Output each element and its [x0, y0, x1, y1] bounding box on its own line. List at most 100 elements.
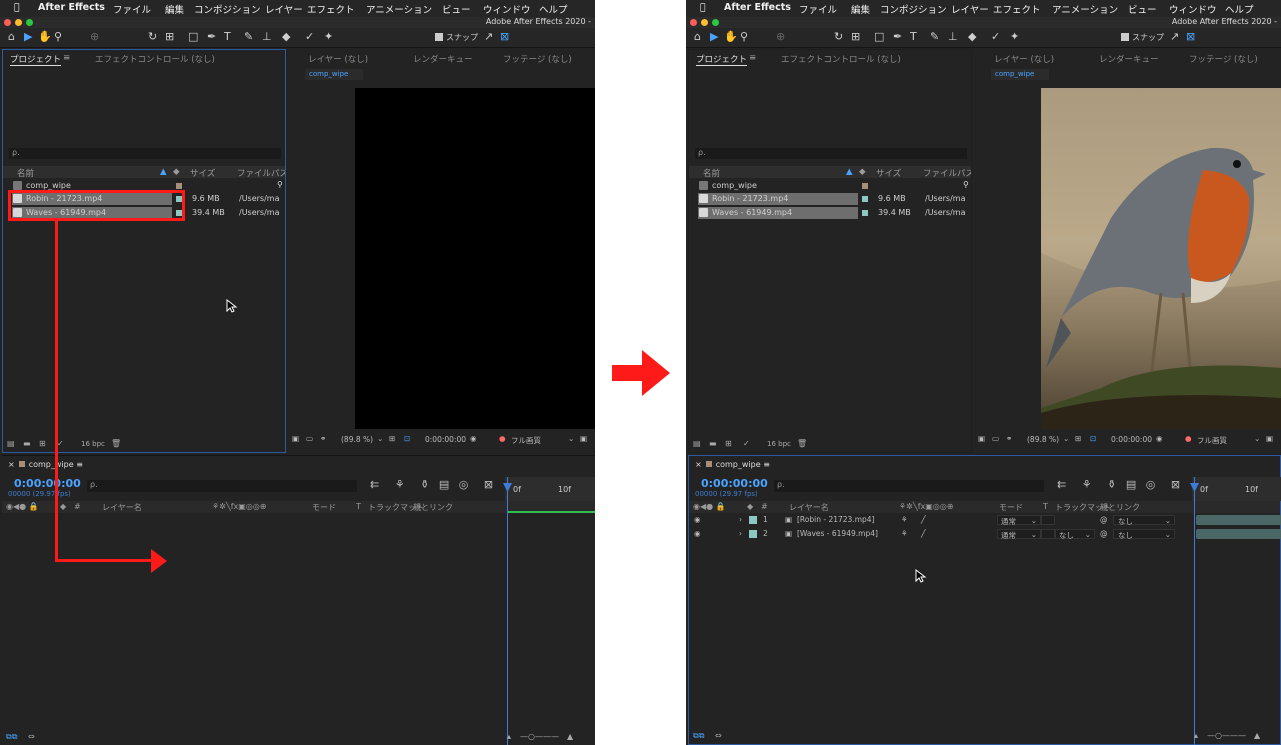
roto-tool-icon[interactable]: ✓ [991, 30, 1000, 43]
expand-chevron-icon[interactable]: › [739, 529, 742, 538]
zoom-slider[interactable]: —○——— [520, 732, 559, 741]
region-icon[interactable]: ⊡ [404, 434, 410, 443]
apple-icon[interactable]:  [700, 2, 706, 13]
pen-tool-icon[interactable]: ✒ [207, 30, 216, 43]
close-icon[interactable]: × [8, 460, 15, 469]
pick-whip-icon[interactable]: @ [1100, 529, 1108, 538]
panel-menu-icon[interactable]: ≡ [763, 460, 770, 469]
pick-whip-icon[interactable]: @ [1100, 515, 1108, 524]
interpret-footage-icon[interactable]: ▤ [693, 439, 701, 448]
puppet-tool-icon[interactable]: ✦ [324, 30, 333, 43]
panel-menu-icon[interactable]: ≡ [63, 53, 70, 63]
graph-editor-icon[interactable]: ⊠ [1171, 478, 1180, 491]
zoom-dropdown[interactable]: (89.8 %) [341, 435, 373, 444]
parent-dropdown[interactable]: なし ⌄ [1113, 515, 1175, 526]
draft-3d-icon[interactable]: ⚘ [395, 478, 405, 491]
zoom-window-button[interactable] [712, 19, 719, 26]
tab-project[interactable]: プロジェクト [696, 53, 748, 66]
zoom-out-icon[interactable]: ▴ [1194, 731, 1198, 740]
graph-editor-icon[interactable]: ⊠ [484, 478, 493, 491]
column-name[interactable]: 名前 [17, 167, 34, 178]
hand-tool-icon[interactable]: ✋ [724, 30, 738, 43]
bpc-button[interactable]: 16 bpc [81, 440, 105, 448]
snapshot-icon[interactable]: ◉ [470, 434, 477, 443]
label-swatch[interactable] [862, 196, 868, 202]
parent-dropdown[interactable]: なし ⌄ [1113, 529, 1175, 540]
menu-help[interactable]: ヘルプ [1225, 2, 1254, 16]
flowchart-icon[interactable]: ⚲ [277, 180, 283, 189]
snap-grid-icon[interactable]: ⊠ [500, 30, 509, 43]
grid-icon[interactable]: ⊞ [1075, 434, 1081, 443]
display-icon[interactable]: ▭ [306, 434, 313, 443]
new-comp-icon[interactable]: ⊞ [39, 439, 46, 448]
bpc-button[interactable]: 16 bpc [767, 440, 791, 448]
clone-tool-icon[interactable]: ⊥ [262, 30, 272, 43]
project-item-robin[interactable]: Robin - 21723.mp4 9.6 MB /Users/ma [695, 193, 969, 205]
snap-options-icon[interactable]: ↗ [1170, 30, 1179, 43]
shy-icon[interactable]: ⚱ [420, 478, 429, 491]
menu-help[interactable]: ヘルプ [539, 2, 568, 16]
tab-footage[interactable]: フッテージ (なし) [1189, 53, 1258, 65]
time-ruler[interactable]: 0f 10f [1192, 477, 1281, 501]
shy-switch-icon[interactable]: ⚘ [901, 515, 908, 524]
fast-preview-icon[interactable]: ▣ [580, 434, 587, 443]
layer-switches-icon[interactable]: ⧉⧉ [693, 731, 704, 741]
display-icon[interactable]: ▭ [992, 434, 999, 443]
tab-effect-controls[interactable]: エフェクトコントロール (なし) [781, 53, 901, 65]
mask-icon[interactable]: ⚭ [1006, 434, 1012, 443]
panel-menu-icon[interactable]: ≡ [76, 460, 83, 469]
brush-tool-icon[interactable]: ✎ [244, 30, 253, 43]
chevron-down-icon[interactable]: ⌄ [1063, 434, 1069, 443]
playhead-line[interactable] [1194, 477, 1195, 745]
eraser-tool-icon[interactable]: ◆ [968, 30, 976, 43]
menu-window[interactable]: ウィンドウ [483, 2, 531, 16]
close-window-button[interactable] [4, 19, 11, 26]
shy-icon[interactable]: ⚱ [1107, 478, 1116, 491]
fast-preview-icon[interactable]: ▣ [1266, 434, 1273, 443]
label-swatch[interactable] [862, 210, 868, 216]
work-area-bar[interactable] [508, 511, 595, 513]
tab-render-queue[interactable]: レンダーキュー [413, 53, 473, 65]
motion-blur-icon[interactable]: ◎ [1146, 478, 1156, 491]
delete-icon[interactable]: 🗑 [797, 439, 807, 448]
tab-layer[interactable]: レイヤー (なし) [994, 53, 1054, 65]
timeline-layer-1[interactable]: ◉ › 1 ▣ [Robin - 21723.mp4] ⚘ ╱ 通常 ⌄ @ なし… [689, 514, 1280, 526]
menu-layer[interactable]: レイヤー [951, 2, 989, 16]
render-queue-icon[interactable]: ✓ [57, 439, 64, 448]
sort-ascending-icon[interactable]: ▲ [846, 167, 853, 177]
quality-dropdown[interactable]: フル画質 [511, 435, 541, 446]
modes-toggle-icon[interactable]: ⇔ [28, 732, 35, 741]
draft-3d-icon[interactable]: ⚘ [1082, 478, 1092, 491]
menu-composition[interactable]: コンポジション [194, 2, 261, 16]
comp-mini-flowchart-icon[interactable]: ⇇ [1057, 478, 1066, 491]
mask-icon[interactable]: ⚭ [320, 434, 326, 443]
time-ruler[interactable]: 0f 10f [505, 477, 595, 501]
shy-switch-icon[interactable]: ⚘ [901, 529, 908, 538]
menu-view[interactable]: ビュー [442, 2, 471, 16]
panel-menu-icon[interactable]: ≡ [749, 53, 756, 63]
quality-switch-icon[interactable]: ╱ [921, 515, 926, 524]
layer-name[interactable]: [Robin - 21723.mp4] [797, 515, 874, 524]
viewer-timecode[interactable]: 0:00:00:00 [1111, 435, 1152, 444]
color-channel-icon[interactable]: ● [499, 434, 506, 443]
tab-effect-controls[interactable]: エフェクトコントロール (なし) [95, 53, 215, 65]
preserve-transparency-toggle[interactable] [1041, 515, 1055, 525]
timeline-layer-2[interactable]: ◉ › 2 ▣ [Waves - 61949.mp4] ⚘ ╱ 通常 ⌄ なし ⌄ … [689, 528, 1280, 540]
track-matte-dropdown[interactable]: なし ⌄ [1055, 529, 1095, 540]
playhead-line[interactable] [507, 477, 508, 745]
menu-edit[interactable]: 編集 [165, 2, 184, 16]
column-name[interactable]: 名前 [703, 167, 720, 178]
column-size[interactable]: サイズ [190, 167, 215, 178]
eye-icon[interactable]: ◉ [694, 515, 701, 524]
app-name[interactable]: After Effects [724, 2, 791, 13]
chevron-down-icon[interactable]: ⌄ [1254, 434, 1260, 443]
layer-name[interactable]: [Waves - 61949.mp4] [797, 529, 878, 538]
tab-footage[interactable]: フッテージ (なし) [503, 53, 572, 65]
grid-icon[interactable]: ⊞ [389, 434, 395, 443]
minimize-window-button[interactable] [15, 19, 22, 26]
snap-grid-icon[interactable]: ⊠ [1186, 30, 1195, 43]
layer-switches-icon[interactable]: ⧉⧉ [6, 732, 17, 742]
new-folder-icon[interactable]: ▬ [709, 439, 717, 448]
chevron-down-icon[interactable]: ⌄ [377, 434, 383, 443]
eye-icon[interactable]: ◉ [694, 529, 701, 538]
